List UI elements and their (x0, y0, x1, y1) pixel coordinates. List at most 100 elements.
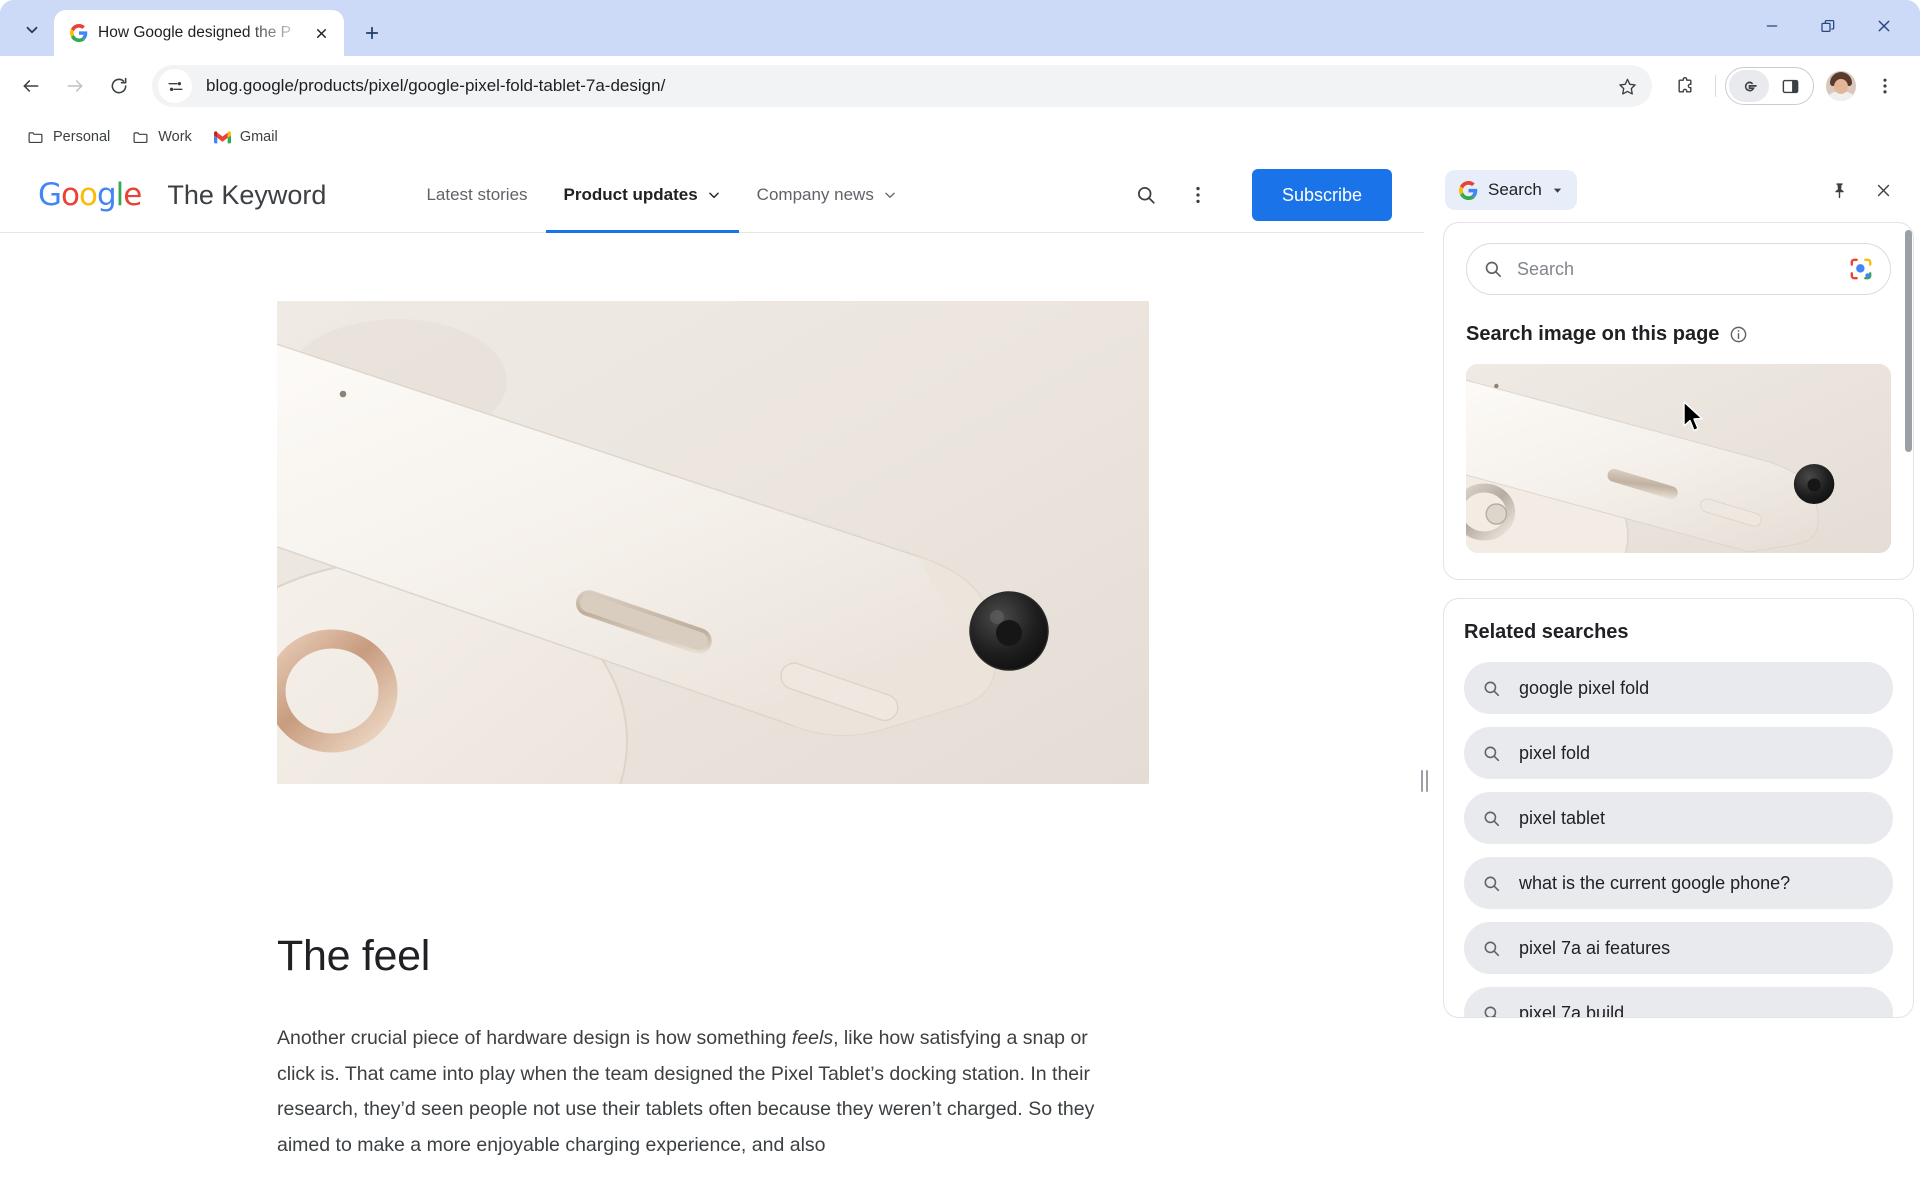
back-icon[interactable] (10, 65, 52, 107)
logo-letter: o (61, 177, 80, 213)
nav-company-news[interactable]: Company news (739, 158, 915, 233)
window-controls (1744, 0, 1912, 52)
browser-window: How Google designed the P blog.google/pr… (0, 0, 1920, 1181)
logo-letter: l (115, 177, 125, 213)
side-panel-resize-handle[interactable] (1419, 768, 1429, 794)
related-search-label: google pixel fold (1519, 677, 1650, 698)
site-overflow-menu-icon[interactable] (1176, 173, 1220, 217)
search-icon (1484, 1006, 1497, 1017)
related-searches-card: Related searches google pixel fold pixel… (1443, 598, 1914, 1018)
article-heading: The feel (277, 932, 430, 980)
search-side-panel-toggle-group (1725, 67, 1814, 105)
address-bar-url[interactable]: blog.google/products/pixel/google-pixel-… (206, 76, 1610, 96)
close-icon (1877, 184, 1889, 196)
thumbnail-photo (1466, 364, 1891, 553)
tune-icon[interactable] (158, 69, 192, 103)
logo-letter: e (123, 177, 142, 213)
page-image-thumbnail[interactable] (1466, 364, 1891, 553)
pin-icon (1834, 182, 1844, 198)
google-favicon (70, 24, 88, 42)
tab-title: How Google designed the P (98, 24, 292, 41)
close-side-panel-button[interactable] (1864, 171, 1902, 209)
profile-avatar[interactable] (1826, 71, 1856, 101)
search-icon (1484, 681, 1500, 696)
bookmarks-bar: Personal Work Gmail (0, 116, 1920, 158)
logo-letter: g (96, 177, 117, 213)
minimize-button[interactable] (1744, 3, 1800, 49)
search-side-panel: Search Search Search image on this page … (1424, 158, 1920, 1181)
pixel-tablet-photo (277, 301, 1149, 784)
side-panel-scrollbar-thumb[interactable] (1905, 230, 1912, 452)
site-header-actions: Subscribe (1124, 169, 1392, 221)
site-nav: Latest stories Product updates Company n… (408, 158, 914, 233)
site-search-icon[interactable] (1124, 173, 1168, 217)
google-g-icon (1459, 180, 1478, 200)
related-search-chip[interactable]: what is the current google phone? (1464, 857, 1893, 909)
search-icon (1484, 811, 1500, 826)
chevron-down-icon (885, 192, 895, 198)
site-header: G o o g l e The Keyword Latest stories P… (0, 158, 1424, 233)
logo-letter: G (38, 177, 62, 213)
restore-button[interactable] (1800, 3, 1856, 49)
bookmark-work[interactable]: Work (123, 123, 201, 152)
google-lens-toggle[interactable] (1729, 70, 1769, 102)
browser-menu-icon[interactable] (1864, 65, 1906, 107)
info-icon[interactable] (1729, 325, 1748, 344)
site-brand-title[interactable]: The Keyword (167, 180, 326, 211)
bookmark-label: Personal (53, 129, 111, 145)
close-button[interactable] (1856, 3, 1912, 49)
pin-button[interactable] (1820, 171, 1858, 209)
side-panel-scrollbar-track[interactable] (1905, 222, 1916, 1181)
search-input[interactable] (1517, 258, 1834, 280)
related-search-chip[interactable]: google pixel fold (1464, 662, 1893, 714)
bookmark-gmail[interactable]: Gmail (205, 123, 287, 152)
search-icon (1484, 876, 1500, 891)
tab-search-button[interactable] (10, 8, 54, 52)
article: The feel Another crucial piece of hardwa… (0, 301, 1424, 1164)
paragraph-part-1: Another crucial piece of hardware design… (277, 1027, 792, 1049)
address-bar[interactable]: blog.google/products/pixel/google-pixel-… (152, 65, 1652, 107)
bookmark-label: Gmail (239, 129, 278, 145)
new-tab-button[interactable] (352, 13, 392, 53)
star-icon[interactable] (1610, 69, 1644, 103)
browser-toolbar: blog.google/products/pixel/google-pixel-… (0, 56, 1920, 116)
forward-icon[interactable] (54, 65, 96, 107)
related-search-label: pixel 7a build (1519, 1002, 1625, 1018)
reload-icon[interactable] (98, 65, 140, 107)
side-panel-selector[interactable]: Search (1445, 170, 1577, 210)
chevron-down-icon (708, 192, 719, 199)
related-search-chip[interactable]: pixel tablet (1464, 792, 1893, 844)
tab-active[interactable]: How Google designed the P (54, 10, 344, 56)
article-hero-image (277, 301, 1149, 784)
toolbar-divider (1715, 75, 1716, 97)
nav-label: Company news (756, 185, 874, 204)
related-search-chip[interactable]: pixel fold (1464, 727, 1893, 779)
folder-icon (28, 131, 43, 143)
search-icon (1485, 261, 1502, 278)
search-icon (1484, 941, 1500, 956)
related-searches-title: Related searches (1464, 621, 1629, 643)
gmail-icon (213, 130, 231, 143)
related-search-label: pixel tablet (1519, 807, 1606, 828)
bookmark-personal[interactable]: Personal (18, 123, 119, 152)
nav-product-updates[interactable]: Product updates (545, 158, 739, 233)
nav-latest-stories[interactable]: Latest stories (408, 158, 545, 233)
side-panel-header: Search (1425, 158, 1920, 222)
tab-close-button[interactable] (308, 20, 334, 46)
side-panel-search-box[interactable] (1466, 243, 1891, 295)
related-search-label: what is the current google phone? (1519, 872, 1791, 893)
related-search-chip[interactable]: pixel 7a ai features (1464, 922, 1893, 974)
related-search-chip[interactable]: pixel 7a build (1464, 987, 1893, 1018)
google-logo[interactable]: G o o g l e (38, 177, 142, 213)
side-panel-toggle[interactable] (1770, 70, 1810, 102)
related-search-label: pixel fold (1519, 742, 1591, 763)
extensions-puzzle-icon[interactable] (1664, 65, 1706, 107)
tab-strip: How Google designed the P (0, 0, 1920, 56)
search-icon (1484, 746, 1500, 761)
bookmark-label: Work (158, 129, 192, 145)
folder-icon (133, 131, 148, 143)
google-lens-icon[interactable] (1848, 256, 1874, 282)
subscribe-button[interactable]: Subscribe (1251, 169, 1392, 221)
chevron-down-icon (1553, 188, 1562, 193)
web-page: G o o g l e The Keyword Latest stories P… (0, 158, 1424, 1181)
